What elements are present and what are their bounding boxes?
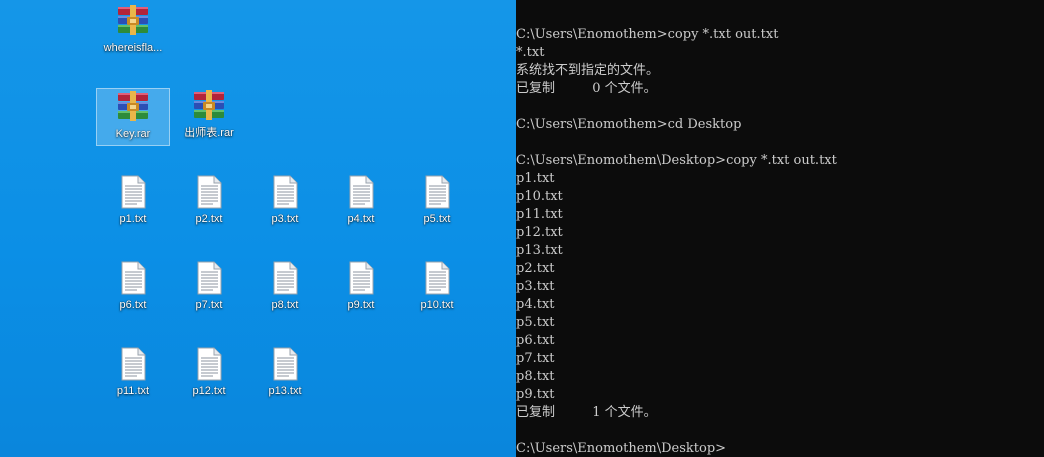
- text-file-icon: [267, 346, 303, 382]
- icon-label: 出师表.rar: [184, 127, 234, 139]
- text-file-icon: [419, 174, 455, 210]
- text-file-icon: [267, 174, 303, 210]
- text-file-icon: [343, 260, 379, 296]
- desktop-icon-text-file[interactable]: p11.txt: [96, 346, 170, 404]
- icon-label: p10.txt: [420, 299, 454, 311]
- desktop-icon-archive[interactable]: whereisfla...: [96, 3, 170, 61]
- icon-label: p9.txt: [347, 299, 375, 311]
- text-file-icon: [191, 174, 227, 210]
- console-line: C:\Users\Enomothem\Desktop>: [516, 441, 727, 456]
- console-line: C:\Users\Enomothem>cd Desktop: [516, 117, 742, 132]
- console-line: p9.txt: [516, 387, 555, 402]
- console-line: 已复制 1 个文件。: [516, 405, 657, 420]
- console-line: p12.txt: [516, 225, 563, 240]
- desktop-icon-text-file[interactable]: p8.txt: [248, 260, 322, 318]
- icon-label: p5.txt: [423, 213, 451, 225]
- icon-label: Key.rar: [115, 128, 151, 140]
- text-file-icon: [343, 174, 379, 210]
- desktop-icon-text-file[interactable]: p1.txt: [96, 174, 170, 232]
- desktop-icon-archive[interactable]: 出师表.rar: [172, 88, 246, 146]
- console-line: p6.txt: [516, 333, 555, 348]
- console-line: C:\Users\Enomothem\Desktop>copy *.txt ou…: [516, 153, 837, 168]
- console-line: p3.txt: [516, 279, 555, 294]
- console-output: C:\Users\Enomothem>copy *.txt out.txt *.t…: [516, 0, 837, 457]
- text-file-icon: [115, 174, 151, 210]
- winrar-archive-icon: [115, 3, 151, 39]
- desktop-icon-text-file[interactable]: p10.txt: [400, 260, 474, 318]
- console-line: p7.txt: [516, 351, 555, 366]
- text-file-icon: [419, 260, 455, 296]
- console-line: p11.txt: [516, 207, 563, 222]
- desktop-icon-text-file[interactable]: p13.txt: [248, 346, 322, 404]
- desktop-icon-text-file[interactable]: p7.txt: [172, 260, 246, 318]
- desktop-icon-text-file[interactable]: p2.txt: [172, 174, 246, 232]
- desktop-icon-text-file[interactable]: p6.txt: [96, 260, 170, 318]
- icon-label: p7.txt: [195, 299, 223, 311]
- icon-label: p8.txt: [271, 299, 299, 311]
- icon-label: p4.txt: [347, 213, 375, 225]
- desktop-icon-text-file[interactable]: p9.txt: [324, 260, 398, 318]
- console-line: p5.txt: [516, 315, 555, 330]
- console-line: 系统找不到指定的文件。: [516, 63, 660, 78]
- text-file-icon: [267, 260, 303, 296]
- icon-label: whereisfla...: [103, 42, 163, 54]
- icon-label: p3.txt: [271, 213, 299, 225]
- desktop-icon-text-file[interactable]: p3.txt: [248, 174, 322, 232]
- desktop-icon-text-file[interactable]: p5.txt: [400, 174, 474, 232]
- icon-label: p12.txt: [192, 385, 226, 397]
- console-line: *.txt: [516, 45, 545, 60]
- text-file-icon: [115, 260, 151, 296]
- console-line: 已复制 0 个文件。: [516, 81, 657, 96]
- desktop-icon-archive[interactable]: Key.rar: [96, 88, 170, 146]
- console-line: p4.txt: [516, 297, 555, 312]
- console-line: p1.txt: [516, 171, 555, 186]
- desktop-icon-text-file[interactable]: p4.txt: [324, 174, 398, 232]
- text-file-icon: [191, 346, 227, 382]
- console-line: p13.txt: [516, 243, 563, 258]
- desktop-icon-text-file[interactable]: p12.txt: [172, 346, 246, 404]
- text-file-icon: [191, 260, 227, 296]
- console-line: p8.txt: [516, 369, 555, 384]
- icon-label: p11.txt: [116, 385, 150, 397]
- console-line: p10.txt: [516, 189, 563, 204]
- icon-label: p1.txt: [119, 213, 147, 225]
- console-line: p2.txt: [516, 261, 555, 276]
- icon-label: p6.txt: [119, 299, 147, 311]
- command-prompt-window[interactable]: C:\Users\Enomothem>copy *.txt out.txt *.t…: [516, 0, 1044, 457]
- desktop: whereisfla... Key.rar 出师表.rar p1.txt p2.txt p…: [0, 0, 516, 457]
- winrar-archive-icon: [191, 88, 227, 124]
- console-line: C:\Users\Enomothem>copy *.txt out.txt: [516, 27, 779, 42]
- text-file-icon: [115, 346, 151, 382]
- winrar-archive-icon: [115, 89, 151, 125]
- icon-label: p13.txt: [268, 385, 302, 397]
- icon-label: p2.txt: [195, 213, 223, 225]
